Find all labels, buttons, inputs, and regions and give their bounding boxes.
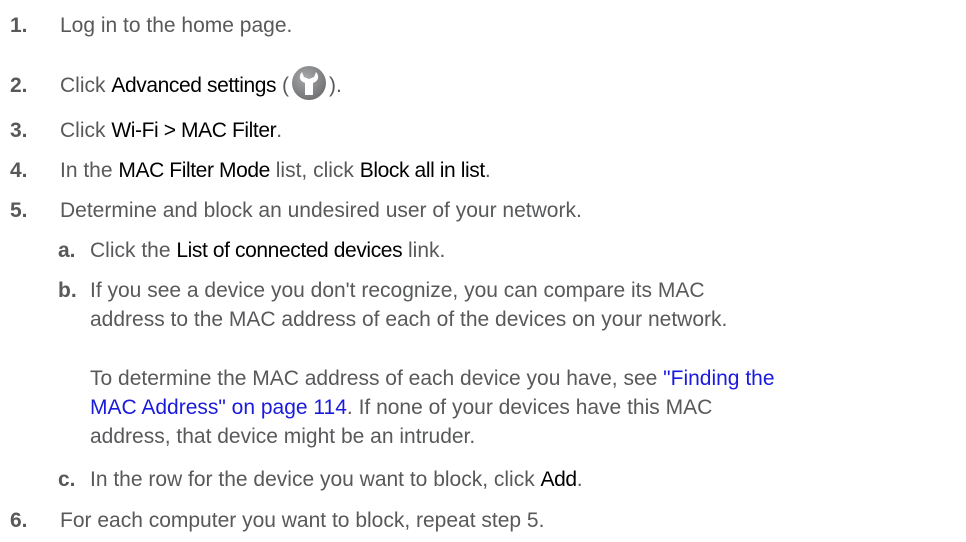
ui-term-mac-filter-mode: MAC Filter Mode <box>118 159 270 182</box>
substep-text: Click the List of connected devices link… <box>90 236 445 265</box>
paren-close: ). <box>328 74 342 97</box>
step-text: Click Wi-Fi > MAC Filter. <box>60 116 282 145</box>
step-text: Log in to the home page. <box>60 14 293 37</box>
substep-text-pre: In the row for the device you want to bl… <box>90 468 541 491</box>
substep-letter: c. <box>58 468 76 491</box>
step-number: 2. <box>10 74 28 97</box>
ui-term-block-all-in-list: Block all in list <box>359 159 485 182</box>
step-text-pre: Click <box>60 74 112 97</box>
step-number: 1. <box>10 14 28 37</box>
instructions-document: 1. Log in to the home page. 2. Click Adv… <box>0 0 966 542</box>
step-number: 5. <box>10 199 28 222</box>
note-paragraph: To determine the MAC address of each dev… <box>90 364 960 451</box>
step-text-pre: In the <box>60 159 119 182</box>
step-text-post: . <box>484 159 491 182</box>
step-text: For each computer you want to block, rep… <box>60 509 545 532</box>
finding-mac-address-link-cont[interactable]: MAC Address" on page 114 <box>90 396 347 419</box>
note-line-2: MAC Address" on page 114. If none of you… <box>90 393 960 422</box>
substep-text-post: link. <box>402 239 446 262</box>
finding-mac-address-link[interactable]: "Finding the <box>663 367 774 390</box>
step-text-mid: list, click <box>269 159 360 182</box>
note-text-post: . If none of your devices have this MAC <box>346 396 713 419</box>
paren-open: ( <box>276 74 289 97</box>
wrench-icon <box>291 65 327 101</box>
note-line-1: To determine the MAC address of each dev… <box>90 364 960 393</box>
step-text: Click Advanced settings ( ). <box>60 66 342 101</box>
substep-text-post: . <box>576 468 583 491</box>
step-text-pre: Click <box>60 119 112 142</box>
ui-term-advanced-settings: Advanced settings <box>111 74 277 97</box>
ui-term-add: Add <box>540 468 578 491</box>
ui-term-wifi-mac-filter: Wi-Fi > MAC Filter <box>111 119 277 142</box>
ui-term-list-of-connected-devices: List of connected devices <box>176 239 403 262</box>
step-number: 6. <box>10 509 28 532</box>
substep-text-line-2: address to the MAC address of each of th… <box>90 308 728 331</box>
step-number: 4. <box>10 159 28 182</box>
step-text: In the MAC Filter Mode list, click Block… <box>60 156 491 185</box>
step-number: 3. <box>10 119 28 142</box>
note-line-3: address, that device might be an intrude… <box>90 425 476 448</box>
substep-letter: a. <box>58 239 76 262</box>
substep-text-pre: Click the <box>90 239 177 262</box>
step-text: Determine and block an undesired user of… <box>60 199 582 222</box>
substep-letter: b. <box>58 279 77 302</box>
substep-text-line-1: If you see a device you don't recognize,… <box>90 279 705 302</box>
note-text-pre: To determine the MAC address of each dev… <box>90 367 664 390</box>
substep-text: In the row for the device you want to bl… <box>90 465 583 494</box>
step-text-post: . <box>276 119 283 142</box>
